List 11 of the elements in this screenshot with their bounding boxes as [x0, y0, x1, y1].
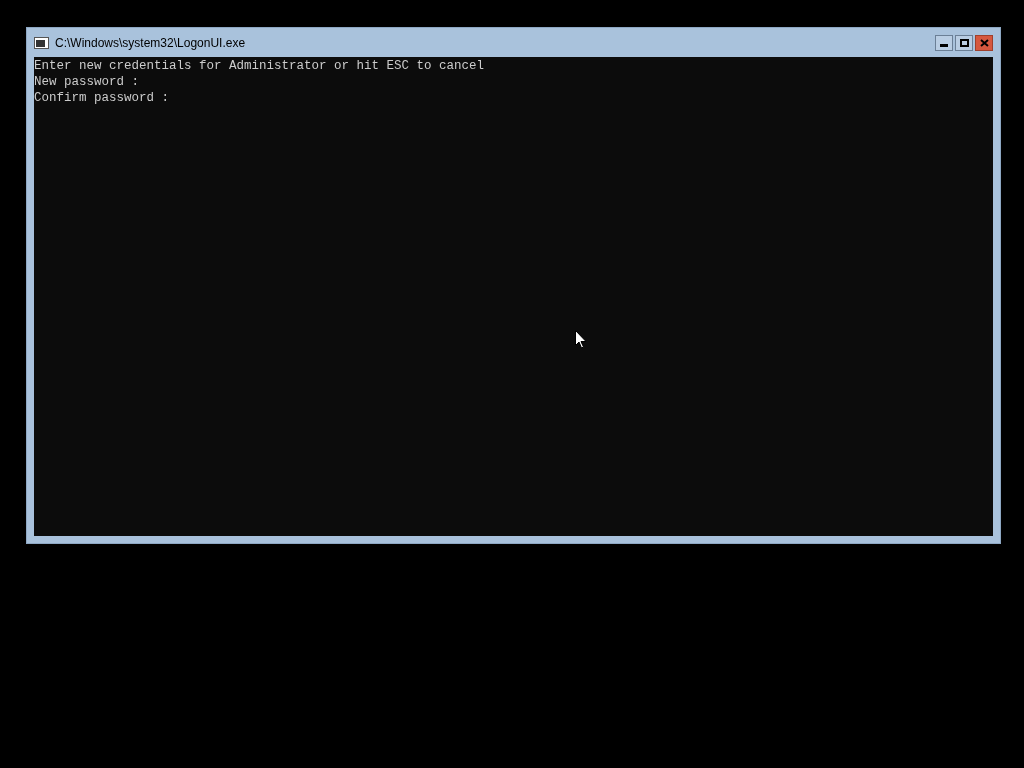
close-icon: [979, 38, 989, 47]
minimize-button[interactable]: [935, 34, 953, 51]
console-app-icon: [34, 36, 49, 49]
console-line: New password :: [34, 74, 140, 90]
maximize-icon: [959, 38, 969, 47]
close-button[interactable]: [975, 34, 993, 51]
mouse-pointer-icon: [575, 330, 587, 349]
console-line: Enter new credentials for Administrator or hit ESC to cancel: [34, 58, 485, 74]
window-title: C:\Windows\system32\LogonUI.exe: [55, 35, 247, 50]
maximize-button[interactable]: [955, 34, 973, 51]
console-line: Confirm password :: [34, 90, 170, 106]
